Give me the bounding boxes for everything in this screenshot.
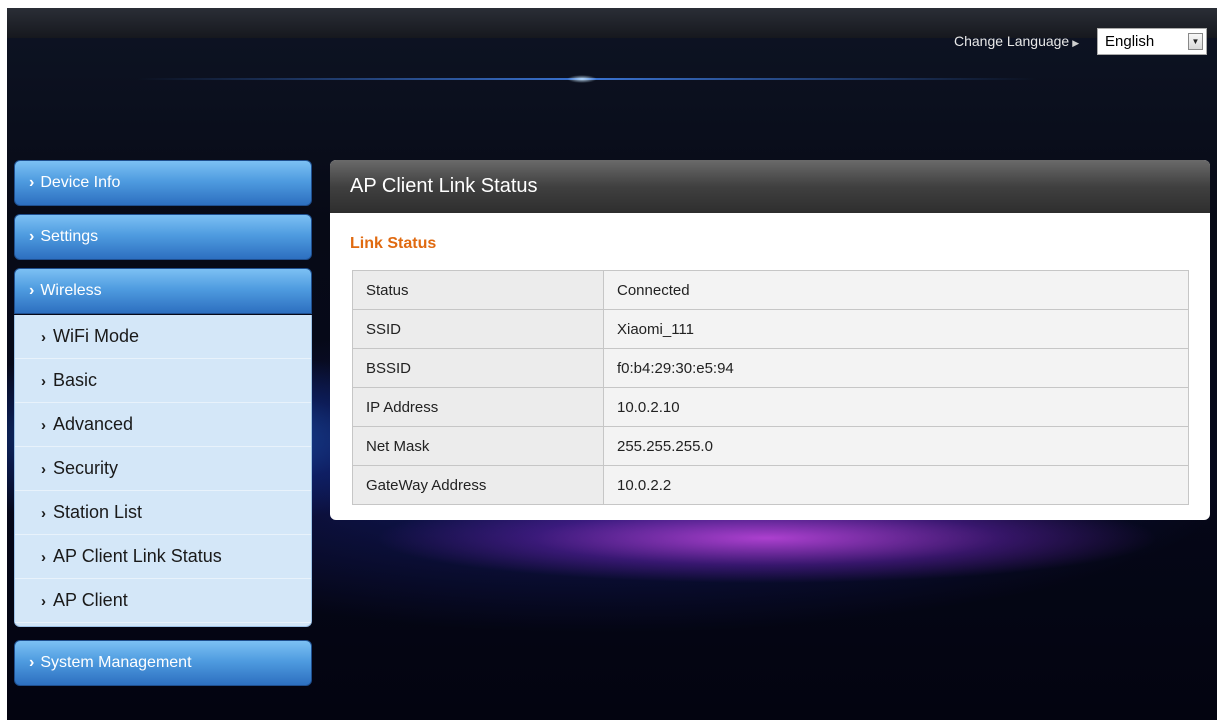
- content-panel: AP Client Link Status Link Status Status…: [330, 160, 1210, 520]
- chevron-right-icon: ›: [29, 228, 35, 245]
- nav-settings[interactable]: › Settings: [14, 214, 312, 260]
- sidebar-item-wifi-mode[interactable]: › WiFi Mode: [15, 315, 311, 359]
- decorative-glow: [137, 75, 1037, 83]
- sidebar-item-advanced[interactable]: › Advanced: [15, 403, 311, 447]
- chevron-right-icon: ›: [41, 461, 46, 478]
- table-row: IP Address 10.0.2.10: [352, 387, 1189, 427]
- sidebar-item-security[interactable]: › Security: [15, 447, 311, 491]
- chevron-right-icon: ›: [29, 282, 35, 299]
- chevron-right-icon: ›: [41, 505, 46, 522]
- triangle-right-icon: ▶: [1072, 38, 1080, 48]
- row-value: f0:b4:29:30:e5:94: [603, 348, 1189, 388]
- sidebar-item-ap-client-link-status[interactable]: › AP Client Link Status: [15, 535, 311, 579]
- page-frame: Change Language ▶ English ▼ › Device Info …: [7, 8, 1217, 720]
- chevron-right-icon: ›: [41, 373, 46, 390]
- table-row: Net Mask 255.255.255.0: [352, 426, 1189, 466]
- chevron-right-icon: ›: [41, 417, 46, 434]
- sidebar-item-station-list[interactable]: › Station List: [15, 491, 311, 535]
- nav-wireless[interactable]: › Wireless: [14, 268, 312, 314]
- section-title: Link Status: [350, 235, 437, 252]
- chevron-right-icon: ›: [41, 593, 46, 610]
- nav-device-info[interactable]: › Device Info: [14, 160, 312, 206]
- row-label: Net Mask: [352, 426, 604, 466]
- page-title: AP Client Link Status: [330, 160, 1210, 213]
- language-select[interactable]: English ▼: [1097, 28, 1207, 55]
- row-value: Connected: [603, 270, 1189, 310]
- chevron-right-icon: ›: [29, 654, 35, 671]
- table-row: GateWay Address 10.0.2.2: [352, 465, 1189, 505]
- chevron-down-icon[interactable]: ▼: [1188, 33, 1203, 50]
- row-label: GateWay Address: [352, 465, 604, 505]
- table-row: SSID Xiaomi_111: [352, 309, 1189, 349]
- nav-system-management[interactable]: › System Management: [14, 640, 312, 686]
- row-label: BSSID: [352, 348, 604, 388]
- row-value: 255.255.255.0: [603, 426, 1189, 466]
- wireless-submenu: › WiFi Mode › Basic › Advanced › Security › S…: [14, 315, 312, 627]
- row-label: IP Address: [352, 387, 604, 427]
- chevron-right-icon: ›: [41, 329, 46, 346]
- chevron-right-icon: ›: [29, 174, 35, 191]
- sidebar-item-ap-client[interactable]: › AP Client: [15, 579, 311, 623]
- row-label: SSID: [352, 309, 604, 349]
- language-select-value: English: [1105, 33, 1155, 50]
- row-value: 10.0.2.2: [603, 465, 1189, 505]
- table-row: BSSID f0:b4:29:30:e5:94: [352, 348, 1189, 388]
- row-label: Status: [352, 270, 604, 310]
- change-language-label: Change Language ▶: [954, 33, 1080, 49]
- table-row: Status Connected: [352, 270, 1189, 310]
- sidebar-item-basic[interactable]: › Basic: [15, 359, 311, 403]
- row-value: Xiaomi_111: [603, 309, 1189, 349]
- chevron-right-icon: ›: [41, 549, 46, 566]
- row-value: 10.0.2.10: [603, 387, 1189, 427]
- link-status-table: Status Connected SSID Xiaomi_111 BSSID f…: [352, 270, 1189, 505]
